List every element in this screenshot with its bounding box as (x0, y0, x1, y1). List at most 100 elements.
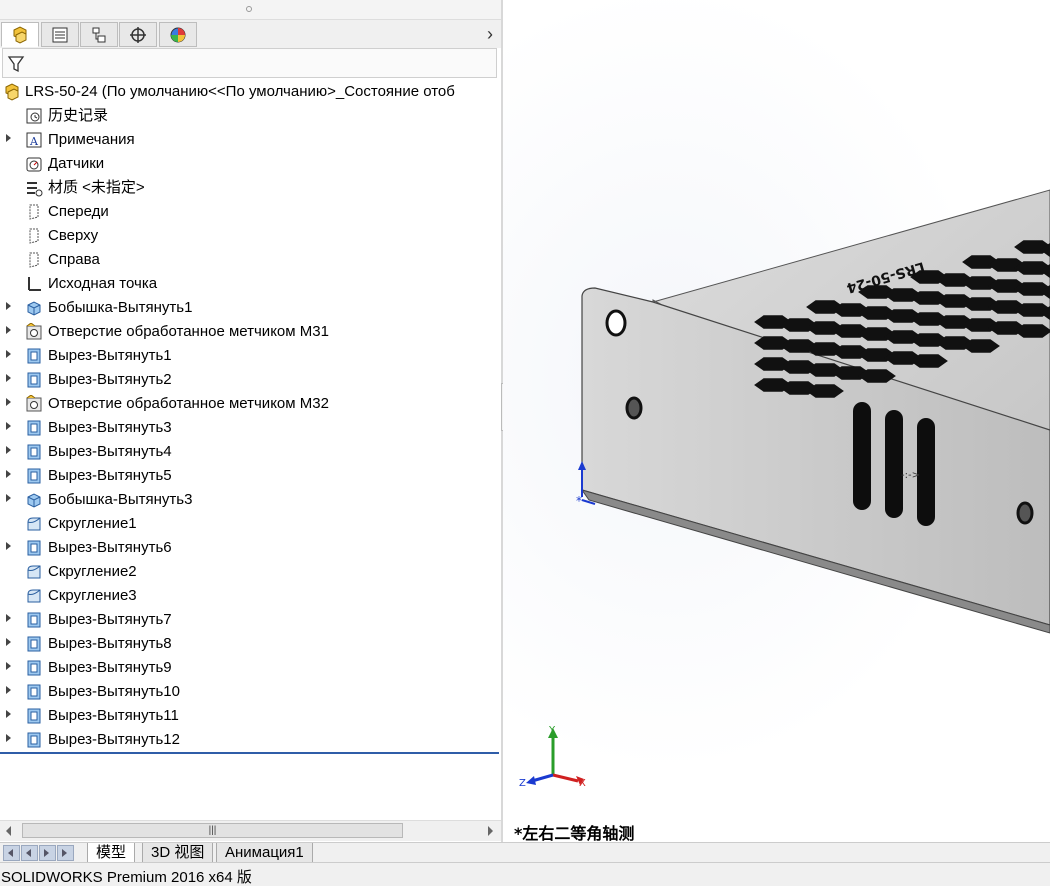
sensors-icon (26, 157, 42, 172)
status-text: SOLIDWORKS Premium 2016 x64 版 (1, 869, 252, 886)
expand-arrow-icon[interactable] (6, 470, 11, 478)
tree-item[interactable]: 材质 <未指定> (0, 176, 501, 200)
tree-item[interactable]: Вырез-Вытянуть3 (0, 416, 501, 440)
tab-feature-manager[interactable] (1, 22, 39, 47)
last-tab-button[interactable] (57, 845, 74, 861)
tree-item[interactable]: Спереди (0, 200, 501, 224)
tab-3d-view[interactable]: 3D 视图 (142, 843, 214, 863)
plane-icon (29, 204, 39, 220)
expand-arrow-icon[interactable] (6, 422, 11, 430)
plane-icon (29, 228, 39, 244)
tree-item[interactable]: Отверстие обработанное метчиком M31 (0, 320, 501, 344)
expand-arrow-icon[interactable] (6, 350, 11, 358)
tree-item[interactable]: Сверху (0, 224, 501, 248)
cut-extrude-icon (27, 660, 41, 676)
tree-item[interactable]: Вырез-Вытянуть1 (0, 344, 501, 368)
tabs-more-chevron-icon[interactable]: › (487, 24, 493, 45)
expand-arrow-icon[interactable] (6, 446, 11, 454)
tree-item[interactable]: Скругление3 (0, 584, 501, 608)
fillet-icon (27, 589, 41, 603)
filter-icon[interactable] (7, 55, 25, 73)
tree-item-label: Исходная точка (48, 275, 158, 292)
tree-root-label: LRS-50-24 (По умолчанию<<По умолчанию>_С… (25, 83, 455, 100)
tree-item[interactable]: Скругление2 (0, 560, 501, 584)
tree-item[interactable]: Вырез-Вытянуть9 (0, 656, 501, 680)
tree-item[interactable]: Вырез-Вытянуть6 (0, 536, 501, 560)
scroll-left-icon[interactable] (6, 826, 11, 836)
expand-arrow-icon[interactable] (6, 734, 11, 742)
expand-arrow-icon[interactable] (6, 494, 11, 502)
feature-filter-field[interactable] (2, 48, 497, 78)
tree-item[interactable]: Исходная точка (0, 272, 501, 296)
manager-tabs: › (0, 20, 501, 48)
tree-item[interactable]: Вырез-Вытянуть7 (0, 608, 501, 632)
tree-item[interactable]: A Примечания (0, 128, 501, 152)
expand-arrow-icon[interactable] (6, 638, 11, 646)
tree-item[interactable]: Справа (0, 248, 501, 272)
tab-configuration-manager[interactable] (80, 22, 118, 47)
tab-dimxpert-manager[interactable] (119, 22, 157, 47)
scroll-right-icon[interactable] (488, 826, 493, 836)
tree-item[interactable]: Вырез-Вытянуть5 (0, 464, 501, 488)
grip-dot-icon (246, 6, 252, 12)
expand-arrow-icon[interactable] (6, 614, 11, 622)
graphics-area[interactable]: * LRS-50-24 -:-> Y X Z *左右二等角轴测 (503, 0, 1050, 842)
tab-display-manager[interactable] (159, 22, 197, 47)
part-model: * LRS-50-24 -:-> (576, 189, 1050, 634)
tree-item[interactable]: Вырез-Вытянуть12 (0, 728, 501, 750)
tree-rollback-bar[interactable] (0, 752, 499, 754)
tree-item-label: Вырез-Вытянуть10 (48, 683, 180, 700)
model-tabs-bar: 模型 3D 视图 Анимация1 (0, 842, 1050, 863)
prev-tab-button[interactable] (21, 845, 38, 861)
tree-item-label: Вырез-Вытянуть5 (48, 467, 172, 484)
tree-item[interactable]: Датчики (0, 152, 501, 176)
tree-item-label: Спереди (48, 203, 109, 220)
property-manager-icon (52, 27, 68, 42)
expand-arrow-icon[interactable] (6, 134, 11, 142)
tree-item[interactable]: Бобышка-Вытянуть1 (0, 296, 501, 320)
horizontal-scrollbar[interactable]: ||| (0, 820, 501, 841)
boss-extrude-icon (27, 493, 41, 508)
mount-hole-2 (625, 396, 643, 420)
cursor-marker: -:-> (901, 470, 920, 481)
tree-item[interactable]: Вырез-Вытянуть8 (0, 632, 501, 656)
tab-animation[interactable]: Анимация1 (216, 843, 313, 863)
tab-property-manager[interactable] (41, 22, 79, 47)
svg-text:A: A (29, 135, 39, 148)
expand-arrow-icon[interactable] (6, 374, 11, 382)
tree-item[interactable]: Вырез-Вытянуть10 (0, 680, 501, 704)
tree-item[interactable]: Вырез-Вытянуть2 (0, 368, 501, 392)
expand-arrow-icon[interactable] (6, 302, 11, 310)
expand-arrow-icon[interactable] (6, 326, 11, 334)
scroll-thumb[interactable]: ||| (22, 823, 403, 838)
triad-y-label: Y (548, 725, 556, 736)
tree-item[interactable]: Отверстие обработанное метчиком M32 (0, 392, 501, 416)
expand-arrow-icon[interactable] (6, 686, 11, 694)
cut-extrude-icon (27, 612, 41, 628)
tree-item-label: 材质 <未指定> (48, 179, 145, 196)
next-tab-button[interactable] (39, 845, 56, 861)
tree-root[interactable]: LRS-50-24 (По умолчанию<<По умолчанию>_С… (0, 80, 501, 104)
tree-item[interactable]: Бобышка-Вытянуть3 (0, 488, 501, 512)
expand-arrow-icon[interactable] (6, 662, 11, 670)
configuration-manager-icon (92, 27, 106, 42)
tab-model[interactable]: 模型 (87, 843, 136, 863)
first-tab-button[interactable] (3, 845, 20, 861)
pane-grip[interactable] (0, 0, 501, 20)
expand-arrow-icon[interactable] (6, 542, 11, 550)
display-manager-icon (170, 27, 186, 42)
expand-arrow-icon[interactable] (6, 710, 11, 718)
cut-extrude-icon (27, 708, 41, 724)
tree-item-label: Скругление1 (48, 515, 137, 532)
tree-item[interactable]: Вырез-Вытянуть4 (0, 440, 501, 464)
tree-item[interactable]: Скругление1 (0, 512, 501, 536)
fillet-icon (27, 517, 41, 531)
feature-manager-icon (13, 25, 27, 44)
fillet-icon (27, 565, 41, 579)
expand-arrow-icon[interactable] (6, 398, 11, 406)
tree-item[interactable]: 历史记录 (0, 104, 501, 128)
mount-hole-1 (605, 309, 627, 337)
view-triad: Y X Z (519, 725, 586, 789)
tree-item[interactable]: Вырез-Вытянуть11 (0, 704, 501, 728)
triad-x-label: X (579, 778, 586, 789)
